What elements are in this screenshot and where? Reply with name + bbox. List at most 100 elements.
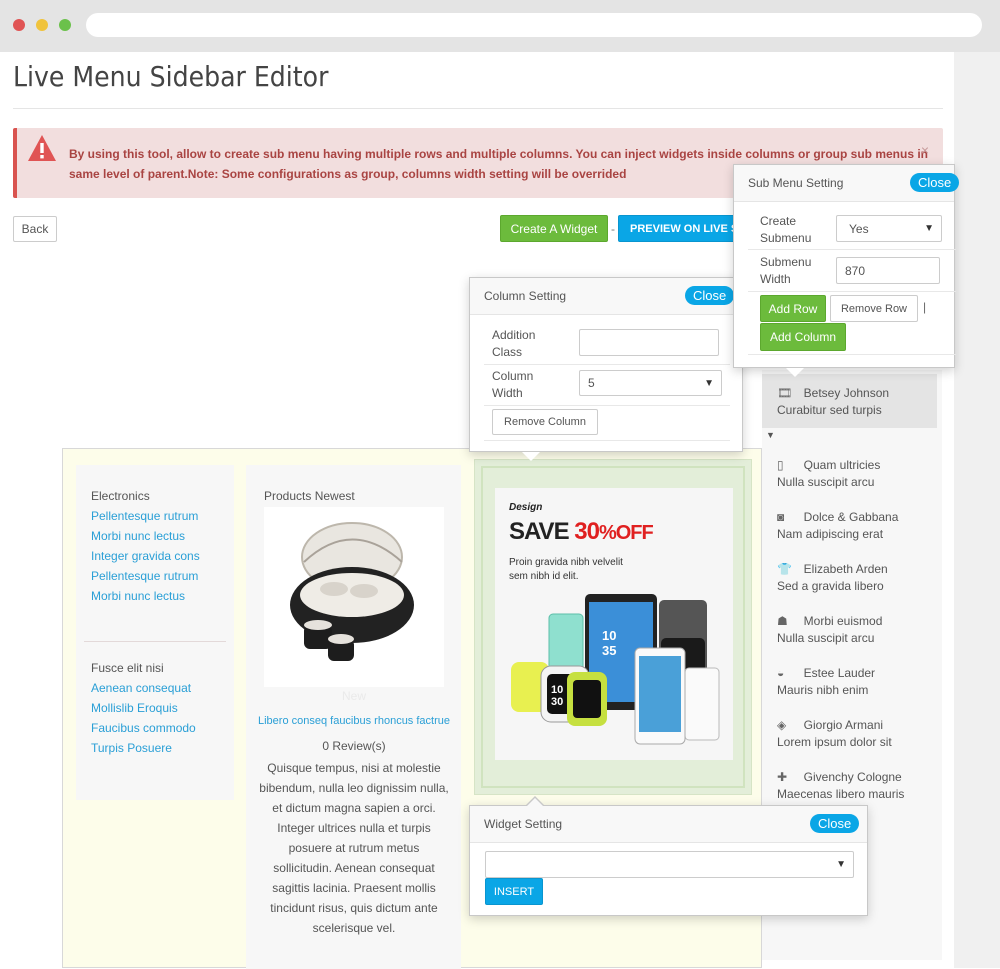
menu-item-name: Elizabeth Arden xyxy=(803,562,888,576)
menu-item-subtitle: e et xyxy=(848,838,1000,855)
remove-row-button[interactable]: Remove Row xyxy=(830,295,918,322)
menu-item[interactable]: 🎞 Betsey Johnson Curabitur sed turpis xyxy=(777,385,937,419)
column-products[interactable]: Products Newest New Libero conseq faucib… xyxy=(246,465,461,969)
remove-column-button[interactable]: Remove Column xyxy=(492,409,598,435)
menu-link[interactable]: Pellentesque rutrum xyxy=(91,566,231,586)
menu-item-title: ◙ Dolce & Gabbana xyxy=(777,509,937,526)
addition-class-label: Addition Class xyxy=(492,328,536,359)
menu-item-name: Givenchy Cologne xyxy=(803,770,902,784)
banner-image[interactable]: Design SAVE 30%OFF Proin gravida nibh ve… xyxy=(495,488,733,760)
column-banner-selected[interactable]: Design SAVE 30%OFF Proin gravida nibh ve… xyxy=(474,459,752,795)
back-button[interactable]: Back xyxy=(13,216,57,242)
divider xyxy=(748,354,956,355)
menu-item[interactable]: ▯ Quam ultricies Nulla suscipit arcu xyxy=(777,457,937,491)
product-image[interactable] xyxy=(264,507,444,687)
submenu-width-label: Submenu Width xyxy=(760,255,812,286)
menu-item-name: Betsey Johnson xyxy=(803,386,890,400)
caret-down-icon[interactable]: ▼ xyxy=(766,430,775,440)
menu-item[interactable]: ☗ Morbi euismod Nulla suscipit arcu xyxy=(777,613,937,647)
group-title: Electronics xyxy=(91,489,150,503)
menu-item-title: 👕 Elizabeth Arden xyxy=(777,561,937,578)
new-badge: New xyxy=(341,689,366,703)
create-widget-button[interactable]: Create A Widget xyxy=(500,215,608,242)
product-link[interactable]: Libero conseq faucibus rhoncus factrue xyxy=(254,715,454,727)
popover-header: Column Setting Close xyxy=(470,278,742,315)
hat-icon: ◒ xyxy=(777,666,785,680)
close-button[interactable]: Close xyxy=(910,173,960,192)
tablet-clock: 10 35 xyxy=(602,628,617,658)
minimize-window-dot[interactable] xyxy=(36,19,48,31)
menu-item[interactable]: ◈ Giorgio Armani Lorem ipsum dolor sit xyxy=(777,717,937,751)
menu-item-name: Quam ultricies xyxy=(803,458,881,472)
menu-link[interactable]: Mollislib Eroquis xyxy=(91,698,231,718)
select-value: 5 xyxy=(588,376,595,390)
toolbar-separator: - xyxy=(611,222,615,236)
menu-item[interactable]: ✚ Givenchy Cologne Maecenas libero mauris xyxy=(777,769,937,803)
add-column-button[interactable]: Add Column xyxy=(760,323,846,351)
menu-item-title: ▯ Quam ultricies xyxy=(777,457,937,474)
banner-headline: SAVE 30%OFF xyxy=(509,518,654,546)
menu-item-subtitle: Lorem ipsum dolor sit xyxy=(777,735,892,749)
submenu-width-input[interactable]: 870 xyxy=(836,257,940,284)
mobile-icon: ▯ xyxy=(777,458,784,472)
menu-link[interactable]: Aenean consequat xyxy=(91,678,231,698)
menu-link[interactable]: Morbi nunc lectus xyxy=(91,586,231,606)
menu-item[interactable]: ◒ Estee Lauder Mauris nibh enim xyxy=(777,665,937,699)
menu-link[interactable]: Faucibus commodo xyxy=(91,718,231,738)
insert-button[interactable]: INSERT xyxy=(485,878,543,905)
popover-title: Widget Setting xyxy=(484,817,563,831)
popover-header: Widget Setting Close xyxy=(470,806,867,843)
menu-item-subtitle: Mauris nibh enim xyxy=(777,683,869,697)
page-title: Live Menu Sidebar Editor xyxy=(13,60,329,93)
divider xyxy=(484,364,730,365)
addition-class-input[interactable] xyxy=(579,329,719,356)
chevron-down-icon: ▼ xyxy=(924,223,934,234)
add-row-button[interactable]: Add Row xyxy=(760,295,826,322)
menu-item-subtitle: Sed a gravida libero xyxy=(777,579,884,593)
divider xyxy=(484,440,730,441)
group-title: Fusce elit nisi xyxy=(91,661,164,675)
menu-item-subtitle: Nulla suscipit arcu xyxy=(777,475,875,489)
camera-icon: ◙ xyxy=(777,510,785,524)
menu-item-title: y xyxy=(848,821,1000,838)
divider xyxy=(484,405,730,406)
menu-item-title: ☗ Morbi euismod xyxy=(777,613,937,630)
divider xyxy=(84,641,226,642)
diamond-icon: ◈ xyxy=(777,718,787,732)
column-setting-popover: Column Setting Close Addition Class Colu… xyxy=(469,277,743,461)
menu-link[interactable]: Pellentesque rutrum xyxy=(91,506,231,526)
menu-item-title: ◈ Giorgio Armani xyxy=(777,717,937,734)
menu-link[interactable]: Integer gravida cons xyxy=(91,546,231,566)
menu-item[interactable]: ◙ Dolce & Gabbana Nam adipiscing erat xyxy=(777,509,937,543)
column-width-label: Column Width xyxy=(492,369,534,400)
column-width-select[interactable]: 5 ▼ xyxy=(579,370,722,396)
close-window-dot[interactable] xyxy=(13,19,25,31)
menu-item-name: Estee Lauder xyxy=(803,666,876,680)
menu-item-name: Dolce & Gabbana xyxy=(803,510,899,524)
menu-link[interactable]: Turpis Posuere xyxy=(91,738,231,758)
close-button[interactable]: Close xyxy=(685,286,735,305)
submenu-setting-popover: Sub Menu Setting Close Create Submenu Ye… xyxy=(733,164,960,377)
create-submenu-select[interactable]: Yes ▼ xyxy=(836,215,942,242)
address-bar[interactable] xyxy=(86,13,982,37)
devices-illustration xyxy=(511,594,720,745)
shirt-icon: 👕 xyxy=(777,562,792,576)
alert-close-icon[interactable]: × xyxy=(921,142,929,158)
divider xyxy=(13,108,943,109)
widget-select[interactable]: ▼ xyxy=(485,851,854,878)
banner-subtext: Proin gravida nibh velvelit sem nibh id … xyxy=(509,557,623,582)
maximize-window-dot[interactable] xyxy=(59,19,71,31)
menu-item-title: ✚ Givenchy Cologne xyxy=(777,769,937,786)
menu-link[interactable]: Morbi nunc lectus xyxy=(91,526,231,546)
headline-off: %OFF xyxy=(598,522,654,544)
create-submenu-label: Create Submenu xyxy=(760,214,812,245)
divider xyxy=(748,291,956,292)
menu-item[interactable]: ye et xyxy=(848,821,1000,855)
menu-item-subtitle: Nulla suscipit arcu xyxy=(777,631,875,645)
close-button[interactable]: Close xyxy=(810,814,860,833)
popover-arrow-inner xyxy=(527,798,543,806)
review-count: 0 Review(s) xyxy=(322,739,386,753)
menu-item[interactable]: 👕 Elizabeth Arden Sed a gravida libero xyxy=(777,561,937,595)
browser-chrome xyxy=(0,0,1000,52)
column-links[interactable]: Electronics Pellentesque rutrum Morbi nun… xyxy=(76,465,234,800)
